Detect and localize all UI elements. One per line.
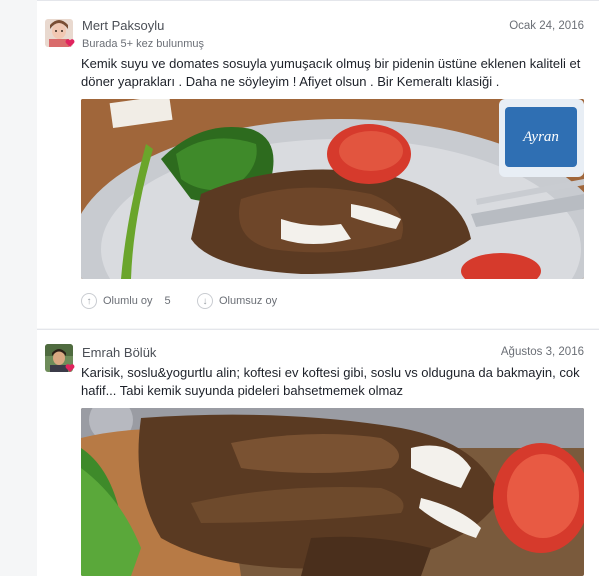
review-date: Ağustos 3, 2016: [500, 346, 584, 358]
review-text: Kemik suyu ve domates sosuyla yumuşacık …: [81, 56, 581, 89]
review-date: Ocak 24, 2016: [509, 20, 584, 32]
downvote-label: Olumsuz oy: [219, 295, 278, 307]
upvote-button[interactable]: ↑ Olumlu oy 5: [81, 293, 171, 309]
author-name[interactable]: Emrah Bölük: [82, 345, 156, 360]
review-photo[interactable]: [81, 408, 584, 576]
author-name[interactable]: Mert Paksoylu: [82, 18, 164, 33]
review-card: Mert Paksoylu Burada 5+ kez bulunmuş Oca…: [37, 0, 599, 328]
visit-count: Burada 5+ kez bulunmuş: [82, 38, 204, 50]
cup-label: Ayran: [522, 129, 559, 145]
arrow-up-icon: ↑: [81, 293, 97, 309]
review-photo[interactable]: Ayran: [81, 99, 584, 279]
upvote-count: 5: [164, 295, 171, 307]
heart-icon: [65, 364, 75, 372]
heart-icon: [65, 39, 75, 47]
review-text: Karisik, soslu&yogurtlu alin; koftesi ev…: [81, 365, 580, 398]
arrow-down-icon: ↓: [197, 293, 213, 309]
review-feed: Mert Paksoylu Burada 5+ kez bulunmuş Oca…: [0, 0, 599, 576]
upvote-label: Olumlu oy: [103, 295, 153, 307]
review-card: Emrah Bölük Ağustos 3, 2016 Karisik, sos…: [37, 329, 599, 576]
downvote-button[interactable]: ↓ Olumsuz oy: [197, 293, 277, 309]
